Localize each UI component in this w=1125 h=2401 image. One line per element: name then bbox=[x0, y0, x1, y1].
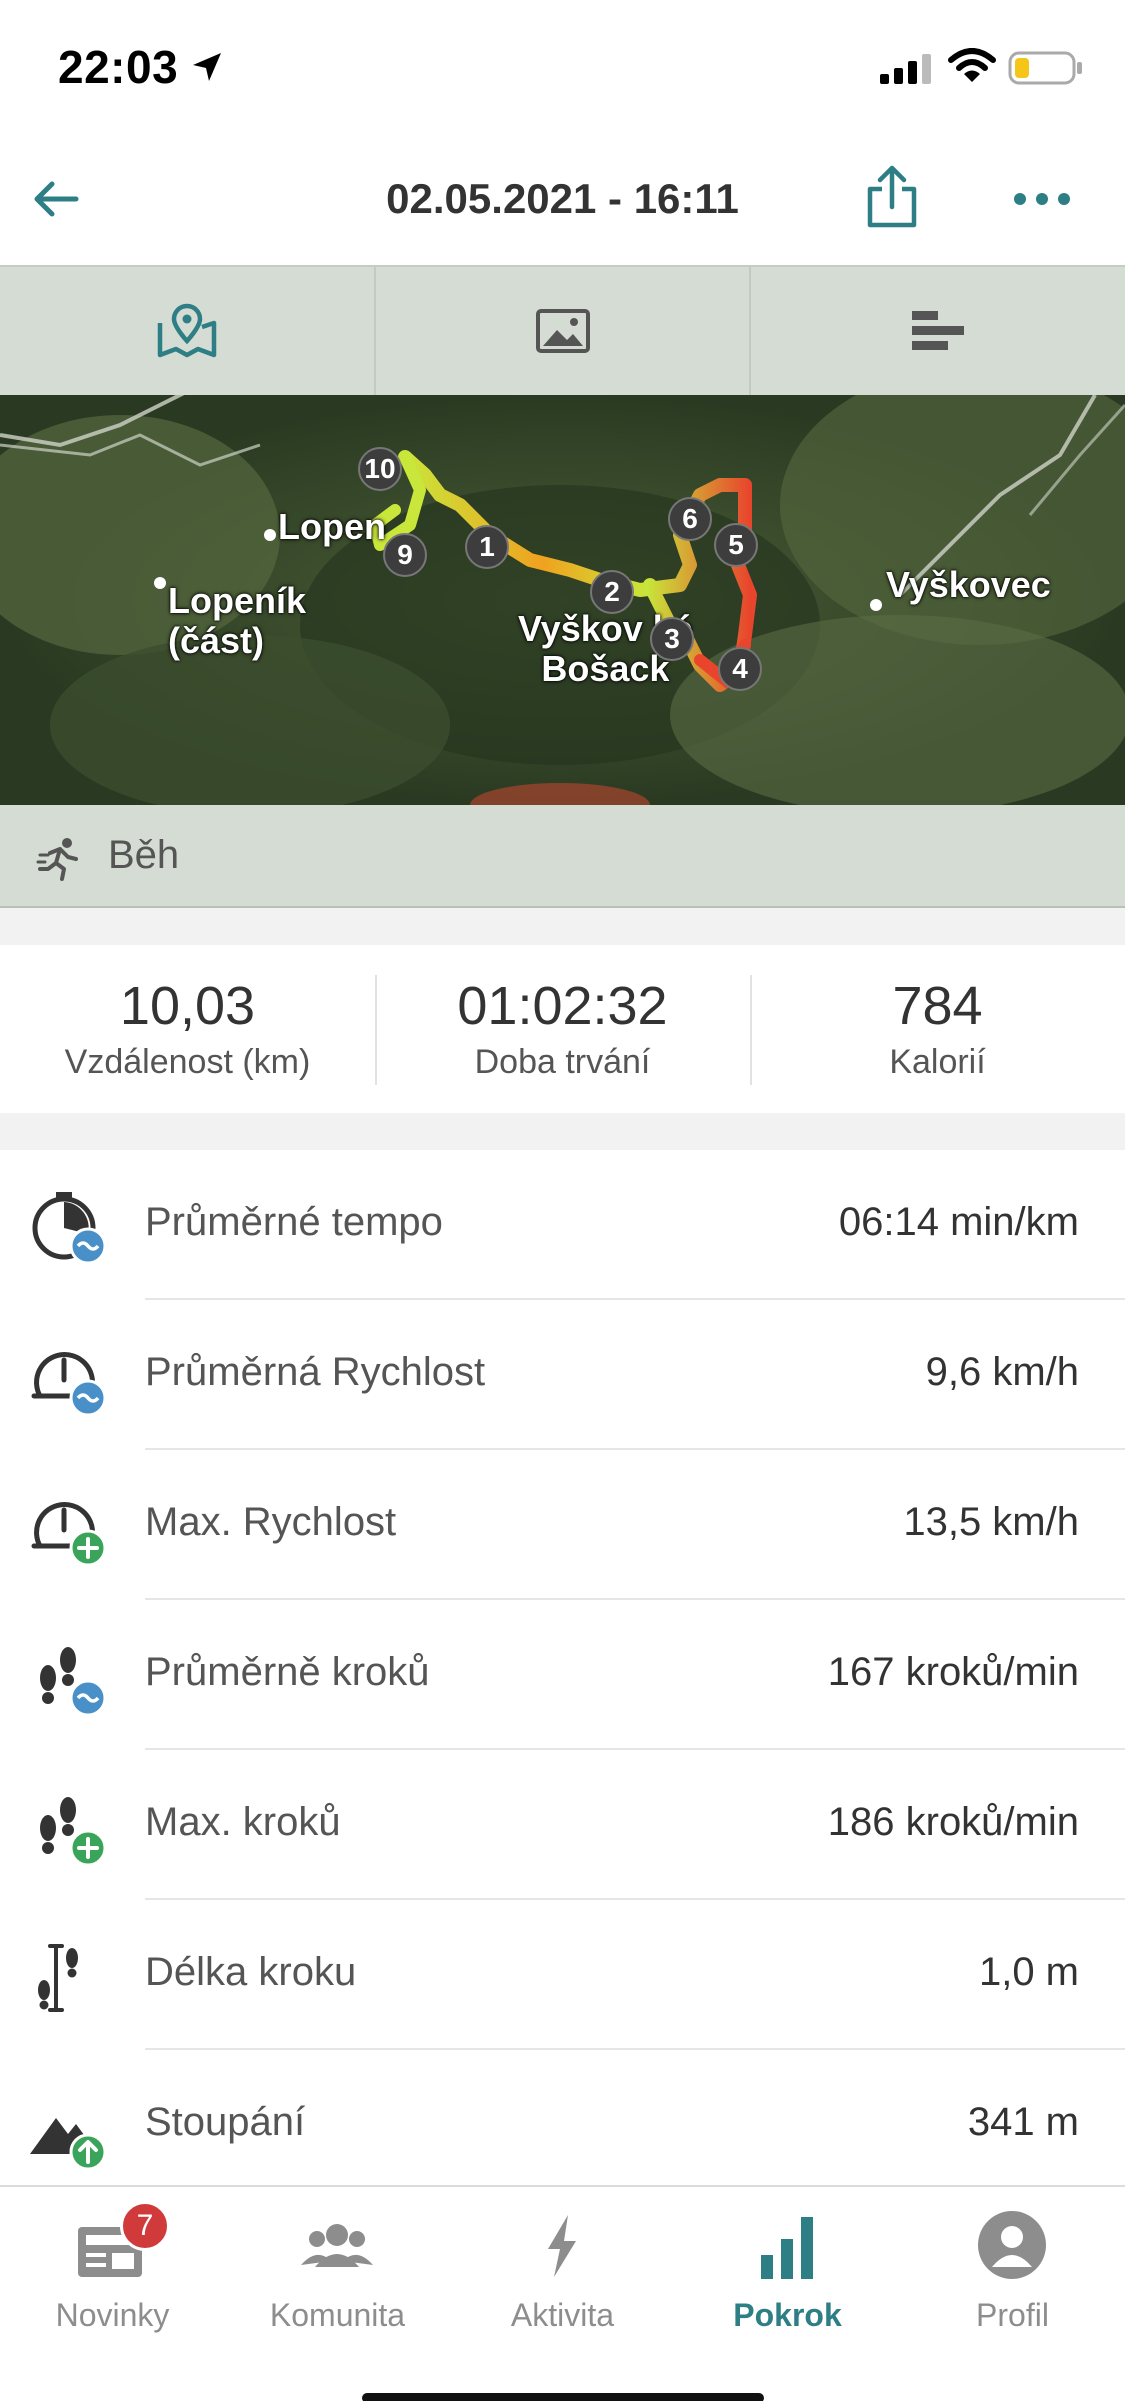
tab-photos[interactable] bbox=[376, 267, 752, 395]
route-marker: 3 bbox=[650, 617, 694, 661]
place-label-lopenik: Lopeník (část) bbox=[168, 580, 307, 661]
summary-label: Doba trvání bbox=[474, 1043, 651, 1081]
place-dot bbox=[870, 599, 882, 611]
summary-label: Kalorií bbox=[889, 1043, 986, 1081]
stat-value: 06:14 min/km bbox=[838, 1200, 1079, 1244]
stat-value: 13,5 km/h bbox=[903, 1500, 1079, 1544]
bar-list-icon bbox=[912, 311, 965, 350]
summary-value: 01:02:32 bbox=[457, 976, 668, 1036]
stat-label: Stoupání bbox=[145, 2100, 306, 2144]
view-tabs bbox=[0, 265, 1125, 395]
community-icon bbox=[301, 2224, 373, 2267]
status-time: 22:03 bbox=[58, 41, 179, 93]
tab-label: Komunita bbox=[269, 2297, 406, 2333]
tab-aktivita[interactable]: Aktivita bbox=[450, 2187, 675, 2357]
route-marker: 6 bbox=[668, 497, 712, 541]
signal-icon bbox=[880, 54, 931, 84]
route-map[interactable]: Lopen Lopeník (část) Vyškov ké Bošack Vy… bbox=[0, 395, 1125, 805]
activity-type-bar: Běh bbox=[0, 805, 1125, 908]
running-icon bbox=[36, 838, 78, 881]
speedometer-average-icon bbox=[31, 1352, 107, 1417]
stat-row-avg-cadence: Průměrně kroků 167 kroků/min bbox=[0, 1600, 1125, 1750]
tab-profil[interactable]: Profil bbox=[900, 2187, 1125, 2357]
map-icon bbox=[157, 303, 217, 358]
bottom-tab-bar: 7 Novinky Komunita Aktivita Pokrok Profi… bbox=[0, 2185, 1125, 2401]
image-icon bbox=[535, 309, 590, 353]
footsteps-max-icon bbox=[40, 1797, 107, 1867]
stat-value: 341 m bbox=[967, 2100, 1079, 2144]
place-label-vyskovec: Vyškovec bbox=[886, 564, 1051, 605]
route-marker: 10 bbox=[358, 447, 402, 491]
battery-low-icon bbox=[1008, 51, 1082, 85]
speedometer-max-icon bbox=[31, 1502, 107, 1567]
tab-label: Novinky bbox=[55, 2297, 170, 2333]
share-icon[interactable] bbox=[862, 163, 922, 229]
stat-row-avg-speed: Průměrná Rychlost 9,6 km/h bbox=[0, 1300, 1125, 1450]
more-dots-icon[interactable] bbox=[1010, 187, 1074, 211]
stat-row-avg-pace: Průměrné tempo 06:14 min/km bbox=[0, 1150, 1125, 1300]
stat-row-ascent: Stoupání 341 m bbox=[0, 2050, 1125, 2200]
stat-label: Průměrně kroků bbox=[145, 1650, 430, 1694]
stat-label: Průměrné tempo bbox=[145, 1200, 443, 1244]
tab-novinky[interactable]: 7 Novinky bbox=[0, 2187, 225, 2357]
summary-distance: 10,03 Vzdálenost (km) bbox=[0, 945, 375, 1113]
stat-label: Délka kroku bbox=[145, 1950, 357, 1994]
route-marker: 9 bbox=[383, 533, 427, 577]
stat-value: 167 kroků/min bbox=[827, 1650, 1079, 1694]
page-title: 02.05.2021 - 16:11 bbox=[386, 175, 739, 222]
stat-row-stride-length: Délka kroku 1,0 m bbox=[0, 1900, 1125, 2050]
route-marker: 2 bbox=[590, 570, 634, 614]
tab-label: Aktivita bbox=[510, 2297, 615, 2333]
notification-badge: 7 bbox=[120, 2201, 170, 2251]
header: 02.05.2021 - 16:11 bbox=[0, 135, 1125, 265]
tab-label: Pokrok bbox=[733, 2297, 842, 2333]
summary-row: 10,03 Vzdálenost (km) 01:02:32 Doba trvá… bbox=[0, 945, 1125, 1113]
progress-chart-icon bbox=[761, 2217, 813, 2279]
stats-list: Průměrné tempo 06:14 min/km Průměrná Ryc… bbox=[0, 1150, 1125, 2200]
mountain-ascent-icon bbox=[30, 2118, 107, 2168]
place-label-lopen: Lopen bbox=[278, 506, 386, 547]
home-indicator bbox=[362, 2393, 764, 2401]
divider bbox=[0, 1113, 1125, 1150]
route-marker: 4 bbox=[718, 647, 762, 691]
wifi-icon bbox=[948, 48, 996, 82]
stat-label: Max. Rychlost bbox=[145, 1500, 397, 1544]
tab-map[interactable] bbox=[0, 267, 376, 395]
route-marker: 5 bbox=[714, 523, 758, 567]
summary-value: 784 bbox=[892, 976, 983, 1036]
status-bar: 22:03 bbox=[0, 0, 1125, 135]
tab-label: Profil bbox=[976, 2297, 1049, 2333]
summary-label: Vzdálenost (km) bbox=[64, 1043, 311, 1081]
stat-value: 9,6 km/h bbox=[925, 1350, 1079, 1394]
stat-row-max-speed: Max. Rychlost 13,5 km/h bbox=[0, 1450, 1125, 1600]
stopwatch-average-icon bbox=[32, 1192, 107, 1265]
profile-icon bbox=[978, 2211, 1046, 2279]
summary-duration: 01:02:32 Doba trvání bbox=[375, 945, 750, 1113]
stat-value: 1,0 m bbox=[978, 1950, 1079, 1994]
divider bbox=[0, 908, 1125, 945]
route-marker: 1 bbox=[465, 525, 509, 569]
tab-pokrok[interactable]: Pokrok bbox=[675, 2187, 900, 2357]
footsteps-average-icon bbox=[40, 1647, 107, 1717]
location-arrow-icon bbox=[193, 53, 221, 81]
activity-type-label: Běh bbox=[108, 833, 180, 877]
summary-calories: 784 Kalorií bbox=[750, 945, 1125, 1113]
tab-komunita[interactable]: Komunita bbox=[225, 2187, 450, 2357]
stat-label: Průměrná Rychlost bbox=[145, 1350, 486, 1394]
place-dot bbox=[154, 577, 166, 589]
lightning-icon bbox=[548, 2215, 576, 2277]
place-dot bbox=[264, 529, 276, 541]
summary-value: 10,03 bbox=[119, 976, 256, 1036]
stride-length-icon bbox=[38, 1944, 78, 2012]
stat-row-max-cadence: Max. kroků 186 kroků/min bbox=[0, 1750, 1125, 1900]
tab-stats[interactable] bbox=[751, 267, 1125, 395]
stat-label: Max. kroků bbox=[145, 1800, 341, 1844]
stat-value: 186 kroků/min bbox=[827, 1800, 1079, 1844]
